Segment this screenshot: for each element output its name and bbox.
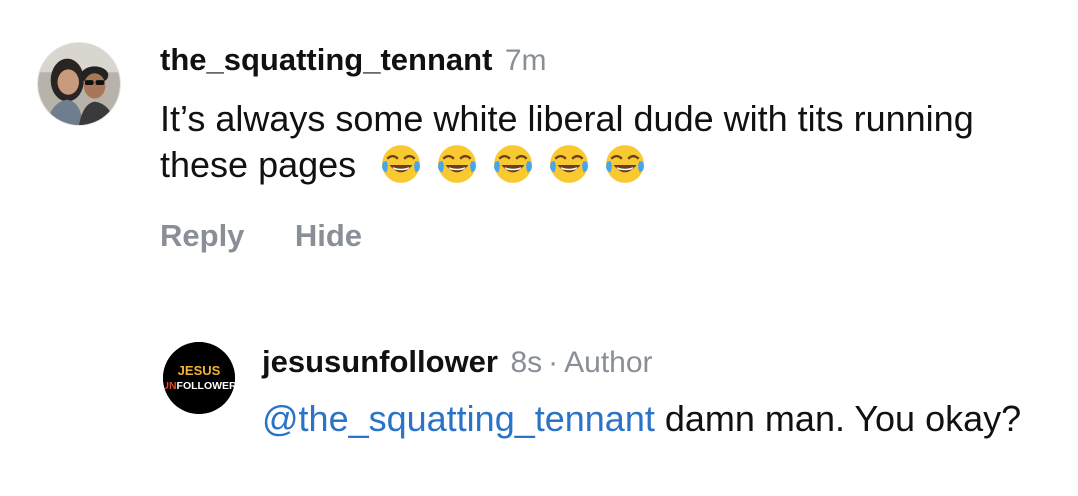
svg-text:JESUS: JESUS — [178, 363, 221, 378]
face-with-tears-of-joy-icon — [380, 143, 422, 185]
reply-body: @the_squatting_tennant damn man. You oka… — [262, 396, 1062, 442]
face-with-tears-of-joy-icon — [604, 143, 646, 185]
comment-timestamp: 7m — [504, 44, 547, 77]
reply-text: damn man. You okay? — [664, 398, 1022, 439]
meta-separator: · — [548, 346, 559, 379]
comment-actions: Reply Hide — [160, 216, 362, 262]
comment-username[interactable]: the_squatting_tennant — [160, 42, 492, 77]
avatar[interactable] — [37, 42, 121, 126]
hide-button[interactable]: Hide — [295, 218, 362, 253]
face-with-tears-of-joy-icon — [436, 143, 478, 185]
mention-link[interactable]: @the_squatting_tennant — [262, 398, 655, 439]
author-avatar[interactable]: JESUS UNFOLLOWER — [163, 342, 235, 414]
reply-timestamp: 8s — [510, 346, 543, 379]
reply-header: jesusunfollower 8s · Author — [262, 342, 653, 388]
svg-text:UNFOLLOWER: UNFOLLOWER — [163, 380, 235, 392]
jesus-unfollower-logo: JESUS UNFOLLOWER — [163, 342, 235, 414]
reply-username[interactable]: jesusunfollower — [262, 344, 498, 379]
author-badge: Author — [564, 346, 653, 379]
comment-body: It’s always some white liberal dude with… — [160, 96, 1040, 188]
reply-button[interactable]: Reply — [160, 218, 244, 253]
face-with-tears-of-joy-icon — [548, 143, 590, 185]
face-with-tears-of-joy-icon — [492, 143, 534, 185]
comment-header: the_squatting_tennant 7m — [160, 40, 547, 86]
avatar-photo — [38, 43, 120, 125]
